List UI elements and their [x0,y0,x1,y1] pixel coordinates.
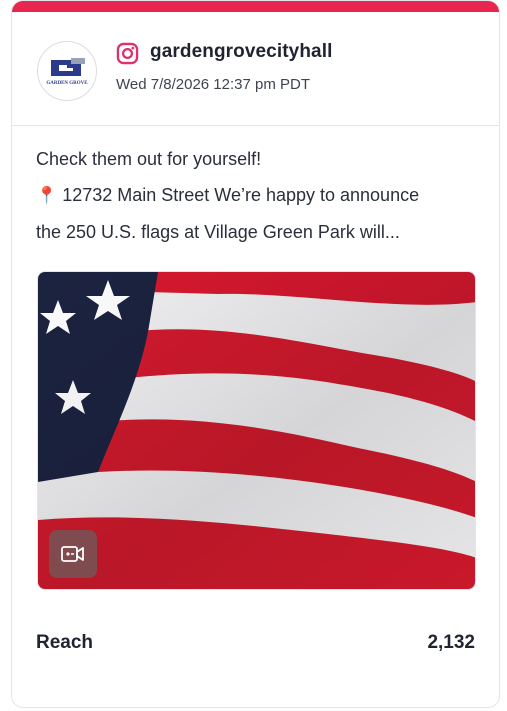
caption-line-1: Check them out for yourself! [36,149,262,169]
avatar[interactable]: GARDEN GROVE [37,41,97,101]
garden-grove-logo-icon: GARDEN GROVE [45,56,89,86]
post-media-thumbnail[interactable] [37,271,476,590]
video-badge [49,530,97,578]
pin-icon: 📍 [36,186,58,205]
account-username[interactable]: gardengrovecityhall [150,41,332,63]
reach-label: Reach [36,632,94,653]
svg-text:GARDEN GROVE: GARDEN GROVE [46,81,88,86]
card-accent-bar [12,1,499,12]
caption-line-2: 📍 12732 Main Street We’re happy to annou… [36,177,476,214]
post-timestamp: Wed 7/8/2026 12:37 pm PDT [116,76,311,93]
reach-value: 2,132 [427,632,475,653]
caption-line-3: the 250 U.S. flags at Village Green Park… [36,222,400,242]
caption-line-2-text: 12732 Main Street We’re happy to announc… [62,185,420,205]
flag-image [38,272,475,589]
post-header: GARDEN GROVE gardengrovecityhall Wed 7/8… [12,12,499,126]
video-icon [61,546,84,562]
post-caption: Check them out for yourself! 📍 12732 Mai… [36,141,476,250]
instagram-icon [116,42,139,65]
post-card[interactable]: GARDEN GROVE gardengrovecityhall Wed 7/8… [11,0,500,708]
